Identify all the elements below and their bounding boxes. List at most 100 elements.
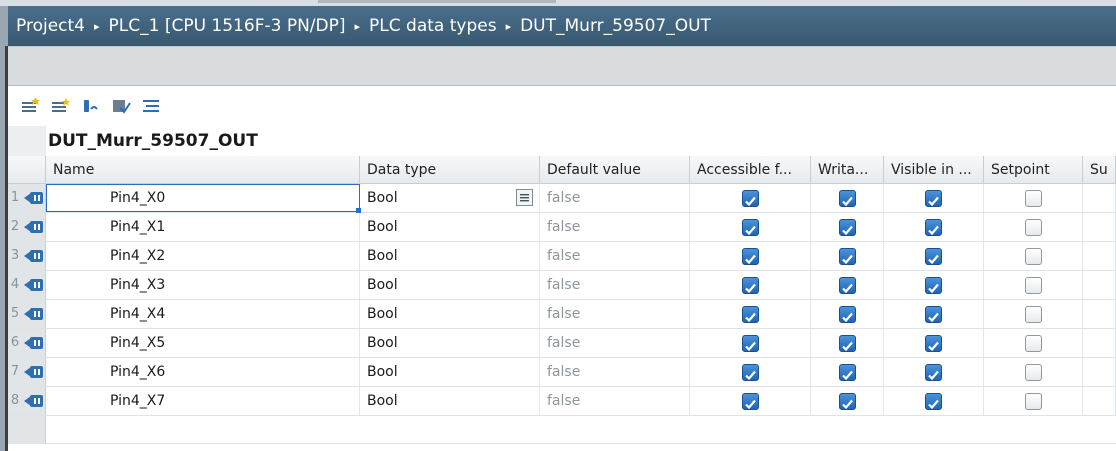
table-row[interactable]: 3 Pin4_X2 Bool false bbox=[8, 242, 1116, 271]
column-header-name[interactable]: Name bbox=[46, 156, 360, 184]
row-number: 1 bbox=[10, 190, 20, 205]
name-cell[interactable]: Pin4_X5 bbox=[46, 329, 360, 357]
output-tag-icon bbox=[24, 366, 43, 378]
setpoint-checkbox[interactable] bbox=[1024, 363, 1042, 381]
visible-checkbox[interactable] bbox=[925, 218, 942, 236]
table-row[interactable]: 2 Pin4_X1 Bool false bbox=[8, 213, 1116, 242]
reset-start-values-icon[interactable] bbox=[80, 95, 102, 117]
column-header-accessible[interactable]: Accessible f... bbox=[690, 156, 811, 184]
default-value-cell[interactable]: false bbox=[540, 387, 690, 415]
visible-cell bbox=[884, 387, 984, 415]
row-number: 7 bbox=[10, 364, 20, 379]
writable-checkbox[interactable] bbox=[838, 334, 856, 352]
visible-checkbox[interactable] bbox=[925, 247, 942, 265]
breadcrumb-item-plc-data-types[interactable]: PLC data types bbox=[369, 16, 497, 36]
accessible-checkbox[interactable] bbox=[741, 218, 759, 236]
accessible-checkbox[interactable] bbox=[741, 305, 759, 323]
accessible-cell bbox=[690, 358, 811, 386]
writable-checkbox[interactable] bbox=[838, 218, 856, 236]
table-row[interactable]: 4 Pin4_X3 Bool false bbox=[8, 271, 1116, 300]
breadcrumb: Project4 ▸ PLC_1 [CPU 1516F-3 PN/DP] ▸ P… bbox=[8, 6, 1116, 46]
insert-row-icon[interactable] bbox=[20, 95, 42, 117]
setpoint-checkbox[interactable] bbox=[1024, 247, 1042, 265]
data-type-cell[interactable]: Bool bbox=[360, 184, 540, 212]
visible-checkbox[interactable] bbox=[925, 189, 942, 207]
visible-checkbox[interactable] bbox=[925, 392, 942, 410]
name-cell[interactable]: Pin4_X3 bbox=[46, 271, 360, 299]
su-cell bbox=[1083, 329, 1116, 357]
breadcrumb-item-project[interactable]: Project4 bbox=[16, 16, 85, 36]
default-value-cell[interactable]: false bbox=[540, 358, 690, 386]
name-cell[interactable]: Pin4_X6 bbox=[46, 358, 360, 386]
writable-checkbox[interactable] bbox=[838, 392, 856, 410]
column-header-visible[interactable]: Visible in ... bbox=[884, 156, 984, 184]
data-type-title: DUT_Murr_59507_OUT bbox=[48, 131, 258, 151]
column-header-setpoint[interactable]: Setpoint bbox=[984, 156, 1083, 184]
default-value-cell[interactable]: false bbox=[540, 184, 690, 212]
default-value-cell[interactable]: false bbox=[540, 242, 690, 270]
visible-checkbox[interactable] bbox=[925, 305, 942, 323]
visible-checkbox[interactable] bbox=[925, 334, 942, 352]
table-row[interactable]: 1 Pin4_X0 Bool false bbox=[8, 184, 1116, 213]
accessible-checkbox[interactable] bbox=[741, 363, 759, 381]
add-row-icon[interactable] bbox=[50, 95, 72, 117]
writable-checkbox[interactable] bbox=[838, 363, 856, 381]
empty-add-row[interactable] bbox=[8, 416, 1116, 444]
expand-icon[interactable] bbox=[110, 95, 132, 117]
writable-cell bbox=[811, 184, 884, 212]
breadcrumb-separator-icon: ▸ bbox=[505, 19, 512, 33]
data-type-list-icon[interactable] bbox=[516, 189, 533, 206]
visible-checkbox[interactable] bbox=[925, 363, 942, 381]
accessible-checkbox[interactable] bbox=[741, 276, 759, 294]
table-row[interactable]: 5 Pin4_X4 Bool false bbox=[8, 300, 1116, 329]
writable-checkbox[interactable] bbox=[838, 189, 856, 207]
table-row[interactable]: 6 Pin4_X5 Bool false bbox=[8, 329, 1116, 358]
writable-checkbox[interactable] bbox=[838, 276, 856, 294]
accessible-checkbox[interactable] bbox=[741, 392, 759, 410]
table-row[interactable]: 7 Pin4_X6 Bool false bbox=[8, 358, 1116, 387]
breadcrumb-item-plc[interactable]: PLC_1 [CPU 1516F-3 PN/DP] bbox=[109, 16, 346, 36]
name-cell[interactable]: Pin4_X4 bbox=[46, 300, 360, 328]
default-value-cell[interactable]: false bbox=[540, 300, 690, 328]
data-type-cell[interactable]: Bool bbox=[360, 271, 540, 299]
output-tag-icon bbox=[24, 337, 43, 349]
setpoint-checkbox[interactable] bbox=[1024, 305, 1042, 323]
setpoint-checkbox[interactable] bbox=[1024, 276, 1042, 294]
writable-checkbox[interactable] bbox=[838, 247, 856, 265]
data-type-cell[interactable]: Bool bbox=[360, 300, 540, 328]
row-indicator: 7 bbox=[8, 358, 46, 386]
data-type-cell[interactable]: Bool bbox=[360, 329, 540, 357]
table-row[interactable]: 8 Pin4_X7 Bool false bbox=[8, 387, 1116, 416]
writable-checkbox[interactable] bbox=[838, 305, 856, 323]
name-cell[interactable]: Pin4_X1 bbox=[46, 213, 360, 241]
setpoint-checkbox[interactable] bbox=[1024, 334, 1042, 352]
data-type-cell[interactable]: Bool bbox=[360, 242, 540, 270]
accessible-checkbox[interactable] bbox=[741, 247, 759, 265]
data-type-cell[interactable]: Bool bbox=[360, 387, 540, 415]
accessible-checkbox[interactable] bbox=[741, 189, 759, 207]
name-cell[interactable]: Pin4_X7 bbox=[46, 387, 360, 415]
visible-checkbox[interactable] bbox=[925, 276, 942, 294]
accessible-cell bbox=[690, 329, 811, 357]
column-header-default-value[interactable]: Default value bbox=[540, 156, 690, 184]
data-type-cell[interactable]: Bool bbox=[360, 358, 540, 386]
su-cell bbox=[1083, 213, 1116, 241]
column-header-su[interactable]: Su bbox=[1083, 156, 1116, 184]
left-edge bbox=[0, 6, 8, 451]
default-value-cell[interactable]: false bbox=[540, 271, 690, 299]
column-header-writable[interactable]: Writa... bbox=[811, 156, 884, 184]
row-number: 2 bbox=[10, 219, 20, 234]
default-value-cell[interactable]: false bbox=[540, 329, 690, 357]
name-cell[interactable]: Pin4_X0 bbox=[46, 184, 360, 212]
breadcrumb-item-current[interactable]: DUT_Murr_59507_OUT bbox=[520, 16, 711, 36]
default-value-cell[interactable]: false bbox=[540, 213, 690, 241]
setpoint-cell bbox=[984, 329, 1083, 357]
show-all-icon[interactable] bbox=[140, 95, 162, 117]
setpoint-checkbox[interactable] bbox=[1024, 392, 1042, 410]
name-cell[interactable]: Pin4_X2 bbox=[46, 242, 360, 270]
setpoint-checkbox[interactable] bbox=[1024, 218, 1042, 236]
accessible-checkbox[interactable] bbox=[741, 334, 759, 352]
column-header-data-type[interactable]: Data type bbox=[360, 156, 540, 184]
setpoint-checkbox[interactable] bbox=[1024, 189, 1042, 207]
data-type-cell[interactable]: Bool bbox=[360, 213, 540, 241]
